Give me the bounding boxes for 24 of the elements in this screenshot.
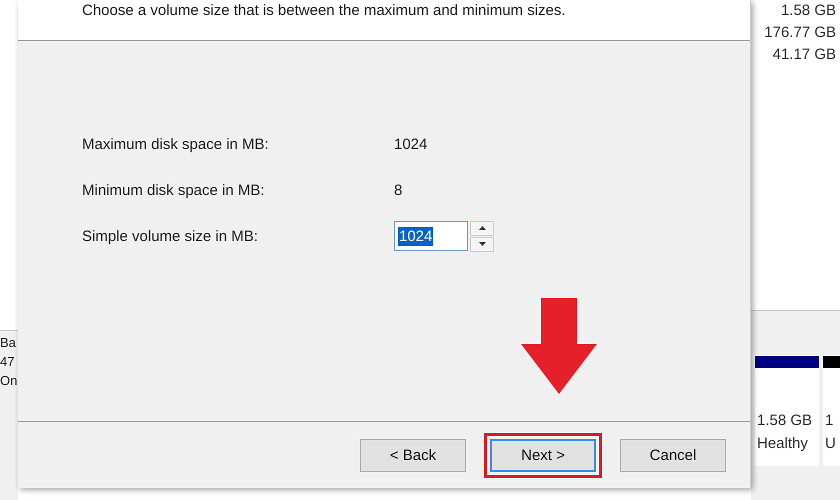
- up-triangle-icon: [478, 226, 486, 230]
- field-label: Minimum disk space in MB:: [82, 182, 266, 198]
- partition-text: Healthy: [757, 435, 809, 452]
- volume-size-field[interactable]: 1024: [394, 221, 468, 251]
- field-value: 8: [394, 182, 404, 198]
- field-label: Simple volume size in MB:: [82, 228, 259, 244]
- dialog-button[interactable]: < Back: [360, 438, 466, 472]
- field-value: 1024: [394, 136, 428, 152]
- disk-label: 47: [0, 354, 16, 369]
- partition-text: 1: [825, 412, 834, 429]
- field-label: Maximum disk space in MB:: [82, 136, 270, 152]
- disk-label: On: [0, 373, 18, 388]
- disk-label: Ba: [0, 335, 17, 350]
- instruction-text: Choose a volume size that is between the maximum and minimum sizes.: [82, 2, 567, 19]
- dialog-button[interactable]: Cancel: [620, 438, 726, 472]
- size-text: 176.77 GB: [764, 24, 836, 41]
- spin-down-button[interactable]: [470, 236, 494, 252]
- spin-up-button[interactable]: [470, 220, 494, 236]
- partition-text: U: [825, 435, 837, 452]
- size-text: 41.17 GB: [772, 46, 836, 63]
- dialog-button[interactable]: Next >: [490, 438, 596, 472]
- down-triangle-icon: [478, 242, 486, 246]
- partition-text: 1.58 GB: [757, 412, 814, 429]
- size-text: 1.58 GB: [780, 2, 836, 19]
